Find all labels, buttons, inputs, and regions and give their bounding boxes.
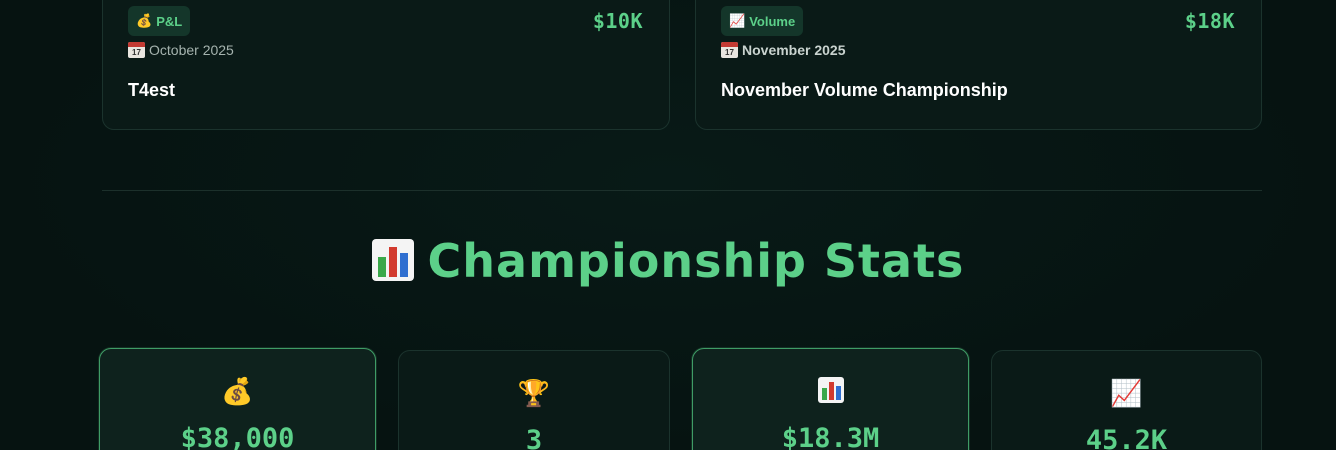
stat-value: $18.3M — [781, 423, 880, 450]
trophy-icon: 🏆 — [517, 379, 551, 409]
date-label: November 2025 — [742, 42, 846, 58]
calendar-icon: 17 — [721, 42, 738, 58]
chart-increasing-icon: 📈 — [1110, 379, 1143, 409]
championship-card[interactable]: 📈 Volume $18K 17 November 2025 November … — [695, 0, 1262, 130]
championship-date: 17 October 2025 — [128, 42, 234, 58]
stat-value: 3 — [525, 425, 543, 450]
bar-chart-icon — [693, 377, 968, 410]
championship-title: T4est — [128, 80, 176, 100]
page: 💰 P&L $10K 17 October 2025 T4est 📈 Volum… — [0, 0, 1336, 450]
money-bag-icon: 💰 — [221, 377, 254, 407]
money-bag-icon: 💰 — [136, 13, 153, 29]
type-badge: 💰 P&L — [128, 6, 191, 36]
section-divider — [102, 190, 1262, 191]
championship-date: 17 November 2025 — [721, 42, 846, 58]
stat-card-total-prize[interactable]: 💰 $38,000 — [99, 348, 376, 450]
type-badge-label: Volume — [749, 13, 796, 29]
date-label: October 2025 — [149, 42, 234, 58]
chart-increasing-icon: 📈 — [729, 13, 746, 29]
stat-value: 45.2K — [1085, 425, 1168, 450]
prize-amount: $10K — [592, 9, 643, 33]
stat-value: $38,000 — [180, 423, 295, 450]
type-badge: 📈 Volume — [721, 6, 804, 36]
championship-card[interactable]: 💰 P&L $10K 17 October 2025 T4est — [102, 0, 670, 130]
championship-title: November Volume Championship — [721, 80, 1008, 100]
stat-card-participants[interactable]: 📈 45.2K — [991, 350, 1262, 450]
type-badge-label: P&L — [156, 13, 183, 29]
stat-card-championships[interactable]: 🏆 3 — [398, 350, 670, 450]
stat-card-volume[interactable]: $18.3M — [692, 348, 969, 450]
section-title: Championship Stats — [427, 234, 965, 288]
prize-amount: $18K — [1184, 9, 1235, 33]
section-heading: Championship Stats — [0, 234, 1336, 288]
bar-chart-icon — [371, 239, 414, 281]
calendar-icon: 17 — [128, 42, 145, 58]
